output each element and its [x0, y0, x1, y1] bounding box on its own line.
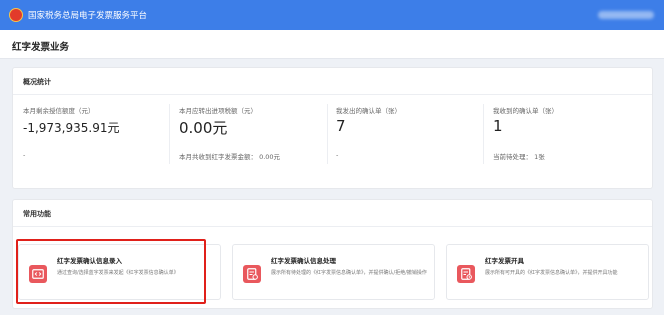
tax-emblem-icon [9, 8, 23, 22]
stat-label: 我发出的确认单（张） [336, 107, 401, 115]
function-confirm-entry[interactable]: 红字发票确认信息录入 通过查询/选择蓝字发票来发起《红字发票信息确认单》 [18, 244, 221, 300]
user-menu[interactable] [598, 11, 654, 19]
stat-separator [483, 104, 484, 164]
invoice-issue-icon [457, 265, 475, 283]
function-title: 红字发票确认信息处理 [271, 257, 336, 265]
function-desc: 通过查询/选择蓝字发票来发起《红字发票信息确认单》 [57, 270, 179, 276]
overview-title: 概况统计 [23, 78, 51, 86]
stat-label: 我收到的确认单（张） [493, 107, 558, 115]
stat-received-confirmations[interactable]: 我收到的确认单（张） 1 当前待处理： 1张 [493, 105, 645, 177]
stat-foot: - [23, 151, 26, 159]
stat-separator [327, 104, 328, 164]
stat-value: -1,973,935.91元 [23, 121, 120, 135]
stat-label: 本月应转出进项税额（元） [179, 107, 257, 115]
stat-foot[interactable]: 本月共收到红字发票金额： 0.00元 [179, 151, 280, 161]
functions-title: 常用功能 [23, 210, 51, 218]
stat-foot: - [336, 151, 339, 159]
page-header: 红字发票业务 [0, 30, 664, 59]
function-confirm-process[interactable]: 红字发票确认信息处理 展示所有待处理的《红字发票信息确认单》，并提供确认/拒绝/… [232, 244, 435, 300]
function-desc: 展示所有待处理的《红字发票信息确认单》，并提供确认/拒绝/撤销操作 [271, 270, 427, 276]
form-entry-icon [29, 265, 47, 283]
function-red-invoice-issue[interactable]: 红字发票开具 展示所有可开具的《红字发票信息确认单》，并提供开具功能 [446, 244, 649, 300]
function-title: 红字发票确认信息录入 [57, 257, 122, 265]
overview-divider [13, 94, 652, 95]
function-title: 红字发票开具 [485, 257, 524, 265]
stat-sent-confirmations[interactable]: 我发出的确认单（张） 7 - [336, 105, 488, 177]
top-bar: 国家税务总局电子发票服务平台 [0, 0, 664, 30]
stat-credit-balance: 本月剩余授信额度（元） -1,973,935.91元 - [23, 105, 175, 177]
stat-label: 本月剩余授信额度（元） [23, 107, 95, 115]
overview-card: 概况统计 本月剩余授信额度（元） -1,973,935.91元 - 本月应转出进… [12, 67, 653, 189]
function-desc: 展示所有可开具的《红字发票信息确认单》，并提供开具功能 [485, 270, 618, 276]
document-process-icon [243, 265, 261, 283]
stat-value[interactable]: 1 [493, 117, 503, 135]
stat-foot[interactable]: 当前待处理： 1张 [493, 151, 545, 161]
functions-card: 常用功能 红字发票确认信息录入 通过查询/选择蓝字发票来发起《红字发票信息确认单… [12, 199, 653, 309]
stat-value: 0.00元 [179, 119, 228, 137]
functions-divider [13, 226, 652, 227]
stat-value[interactable]: 7 [336, 117, 346, 135]
app-title: 国家税务总局电子发票服务平台 [28, 11, 148, 21]
stat-input-tax-transfer: 本月应转出进项税额（元） 0.00元 本月共收到红字发票金额： 0.00元 [179, 105, 331, 177]
stat-separator [169, 104, 170, 164]
page-title: 红字发票业务 [12, 42, 70, 53]
